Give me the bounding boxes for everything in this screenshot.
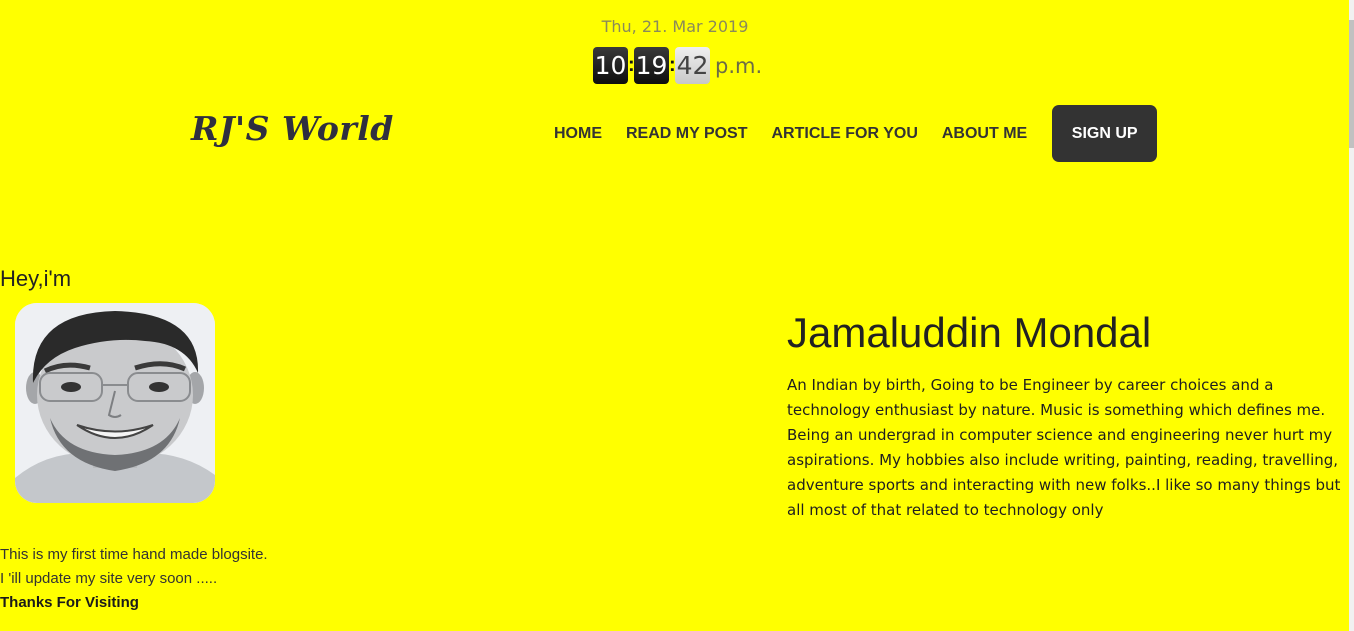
author-bio: An Indian by birth, Going to be Engineer… xyxy=(787,376,1341,519)
main-nav: HOME READ MY POST ARTICLE FOR YOU ABOUT … xyxy=(542,105,1158,162)
site-logo[interactable]: RJ'S World xyxy=(191,109,394,148)
note-line: I 'ill update my site very soon ..... xyxy=(0,570,218,587)
clock-seconds: 42 xyxy=(675,47,710,84)
footer-notes: This is my first time hand made blogsite… xyxy=(0,543,268,615)
nav-home[interactable]: HOME xyxy=(542,105,614,162)
scrollbar-thumb[interactable] xyxy=(1349,20,1354,148)
profile-photo xyxy=(15,303,215,503)
note-line: This is my first time hand made blogsite… xyxy=(0,546,268,563)
date-label: Thu, 21. Mar 2019 xyxy=(601,17,749,36)
nav-article-for-you[interactable]: ARTICLE FOR YOU xyxy=(760,105,930,162)
sign-up-button[interactable]: SIGN UP xyxy=(1052,105,1158,162)
clock-hours: 10 xyxy=(593,47,628,84)
clock-ampm: p.m. xyxy=(715,53,763,78)
vertical-scrollbar[interactable] xyxy=(1349,0,1354,631)
clock-minutes: 19 xyxy=(634,47,669,84)
person-portrait-icon xyxy=(15,303,215,503)
flip-clock: 10 : 19 : 42 p.m. xyxy=(593,47,762,84)
nav-about-me[interactable]: ABOUT ME xyxy=(930,105,1039,162)
greeting: Hey,i'm xyxy=(0,266,72,291)
nav-read-my-post[interactable]: READ MY POST xyxy=(614,105,760,162)
author-name: Jamaluddin Mondal xyxy=(787,309,1152,356)
page: Thu, 21. Mar 2019 10 : 19 : 42 p.m. RJ'S… xyxy=(0,0,1354,631)
thanks-text: Thanks For Visiting xyxy=(0,594,139,611)
